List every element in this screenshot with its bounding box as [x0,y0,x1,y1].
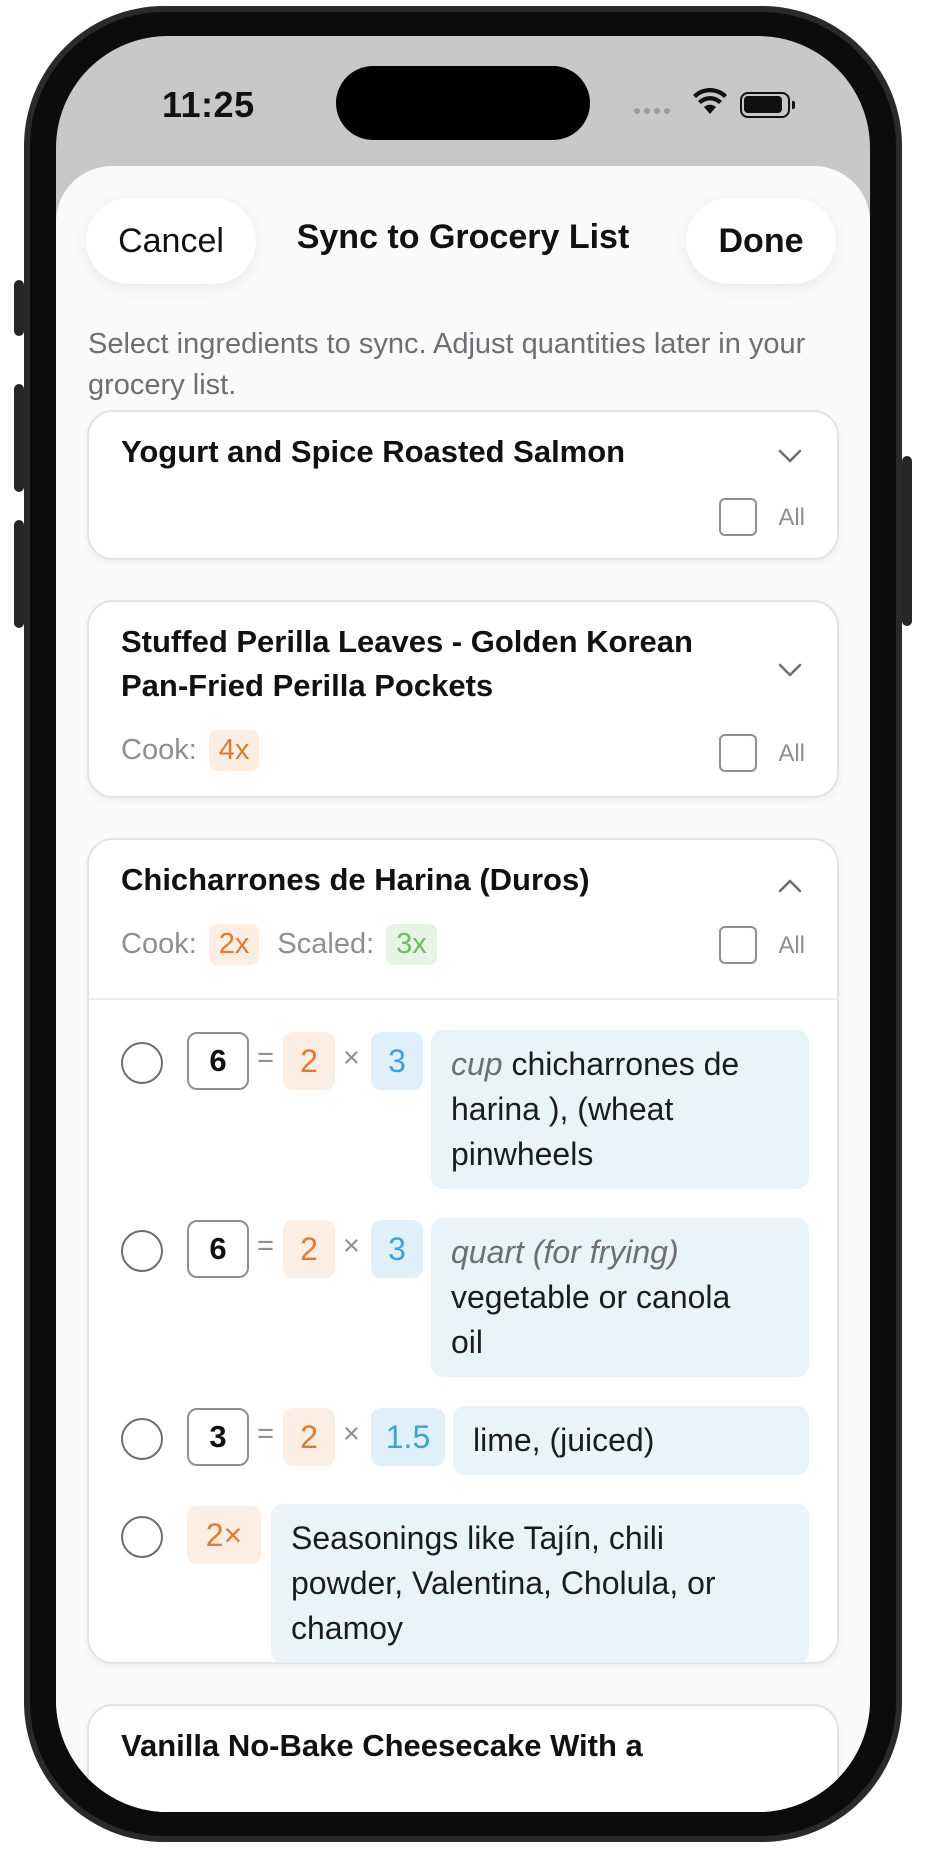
ingredient-row: 6 = 2 × 3 quart (for frying) vegetable o… [121,1218,809,1377]
dynamic-island [336,66,590,140]
times-sign: × [343,1230,360,1262]
base-quantity: 3 [371,1032,423,1090]
base-quantity: 1.5 [371,1408,445,1466]
equals-sign: = [257,1418,274,1450]
recipe-title: Chicharrones de Harina (Duros) [121,862,590,897]
recipe-card[interactable]: Stuffed Perilla Leaves - Golden Korean P… [87,600,839,798]
select-all-checkbox[interactable] [719,498,757,536]
ingredient-text: lime, (juiced) [453,1406,809,1475]
recipe-title: Stuffed Perilla Leaves - Golden Korean P… [121,624,693,703]
equals-sign: = [257,1042,274,1074]
ingredient-row: 3 = 2 × 1.5 lime, (juiced) [121,1406,809,1475]
chevron-down-icon[interactable] [777,448,803,464]
power-button [902,456,912,626]
recipe-meta: Cook: 4x [121,730,277,771]
recipe-title: Yogurt and Spice Roasted Salmon [121,434,626,469]
ingredient-text: Seasonings like Tajín, chili powder, Val… [271,1504,809,1663]
equals-sign: = [257,1230,274,1262]
sync-sheet: Cancel Sync to Grocery List Done Select … [56,166,870,1812]
silent-switch [14,280,24,336]
ingredient-unit: cup [451,1046,503,1082]
battery-icon [740,92,795,118]
recipe-card[interactable]: Yogurt and Spice Roasted Salmon All [87,410,839,560]
times-sign: × [343,1042,360,1074]
scale-multiplier-badge: 3x [386,924,437,965]
ingredient-select-radio[interactable] [121,1230,163,1272]
ingredient-select-radio[interactable] [121,1042,163,1084]
cook-multiplier: 2 [283,1220,335,1278]
recipe-card-expanded[interactable]: Chicharrones de Harina (Duros) Cook: 2x … [87,838,839,1664]
volume-down-button [14,520,24,628]
status-time: 11:25 [162,84,255,125]
ingredient-select-radio[interactable] [121,1418,163,1460]
times-sign: × [343,1418,360,1450]
cook-multiplier: 2× [187,1506,261,1564]
done-button[interactable]: Done [686,198,836,284]
ingredient-unit: quart (for frying) [451,1234,679,1270]
divider [89,998,837,1000]
cook-multiplier: 2 [283,1032,335,1090]
select-all-checkbox[interactable] [719,926,757,964]
ingredient-row: 6 = 2 × 3 cup chicharrones de harina ), … [121,1030,809,1189]
select-all-label: All [778,504,805,531]
chevron-up-icon[interactable] [777,878,803,894]
cook-label: Cook: [121,734,197,766]
total-quantity: 3 [187,1408,249,1466]
screen: 11:25 Cancel Sync to Grocery List Done S… [56,36,870,1812]
total-quantity: 6 [187,1220,249,1278]
wifi-icon [693,88,727,114]
select-all-checkbox[interactable] [719,734,757,772]
recipe-meta: Cook: 2x Scaled: 3x [121,924,455,965]
ingredient-row: 2× Seasonings like Tajín, chili powder, … [121,1504,809,1663]
chevron-down-icon[interactable] [777,662,803,678]
volume-up-button [14,384,24,492]
cook-label: Cook: [121,928,197,960]
cook-multiplier-badge: 2x [208,924,260,965]
select-all-label: All [778,740,805,767]
base-quantity: 3 [371,1220,423,1278]
recipe-title: Vanilla No-Bake Cheesecake With a [121,1728,643,1763]
ingredient-text: cup chicharrones de harina ), (wheat pin… [431,1030,809,1189]
cellular-signal-icon [634,108,670,114]
total-quantity: 6 [187,1032,249,1090]
select-all-label: All [778,932,805,959]
ingredient-text: quart (for frying) vegetable or canola o… [431,1218,809,1377]
cook-multiplier-badge: 4x [208,730,260,771]
cook-multiplier: 2 [283,1408,335,1466]
recipe-card[interactable]: Vanilla No-Bake Cheesecake With a [87,1704,839,1812]
instructions-text: Select ingredients to sync. Adjust quant… [88,328,806,401]
scaled-label: Scaled: [277,928,375,960]
ingredient-select-radio[interactable] [121,1516,163,1558]
